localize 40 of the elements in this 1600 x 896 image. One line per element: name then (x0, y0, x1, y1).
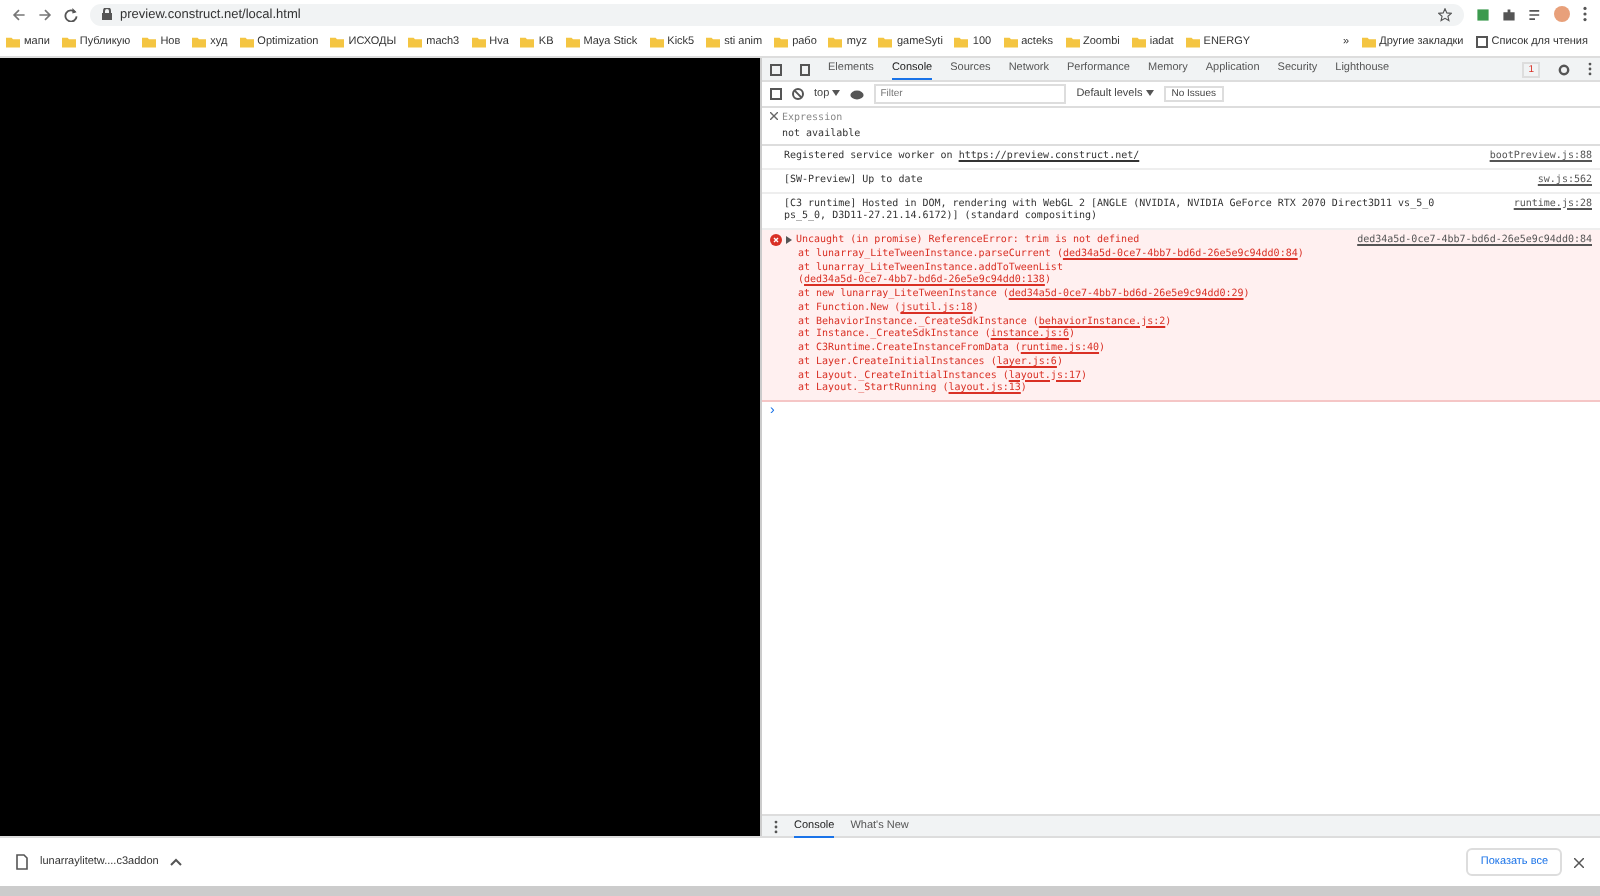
file-icon (16, 854, 28, 870)
folder-icon (565, 36, 580, 48)
folder-icon (1185, 36, 1200, 48)
playlist-icon[interactable] (1528, 7, 1542, 21)
folder-icon (61, 36, 76, 48)
star-icon[interactable] (1438, 7, 1452, 21)
close-icon[interactable] (1574, 857, 1584, 867)
settings-icon[interactable] (1558, 63, 1570, 75)
folder-icon (520, 36, 535, 48)
folder-icon (878, 36, 893, 48)
lock-icon (102, 8, 112, 20)
puzzle-icon[interactable] (1502, 7, 1516, 21)
reload-icon[interactable] (64, 7, 78, 21)
clear-icon[interactable] (792, 88, 804, 100)
folder-icon (1361, 36, 1376, 48)
menu-icon[interactable] (1582, 6, 1588, 22)
folder-icon (6, 36, 20, 48)
folder-icon (954, 36, 969, 48)
close-icon[interactable] (770, 112, 778, 120)
expand-triangle-icon[interactable] (786, 236, 792, 244)
folder-icon (649, 36, 664, 48)
folder-icon (471, 36, 486, 48)
folder-icon (774, 36, 789, 48)
caret-icon[interactable] (170, 858, 183, 866)
folder-icon (192, 36, 207, 48)
folder-icon (1065, 36, 1080, 48)
eye-icon[interactable] (850, 89, 865, 99)
folder-icon (828, 36, 843, 48)
folder-icon (706, 36, 721, 48)
forward-arrow-icon[interactable] (38, 7, 52, 21)
folder-icon (330, 36, 345, 48)
folder-icon (1131, 36, 1146, 48)
error-icon (770, 234, 782, 246)
caret-icon (832, 90, 841, 96)
folder-icon (408, 36, 423, 48)
folder-icon (239, 36, 254, 48)
caret-icon (1145, 90, 1154, 96)
folder-icon (1003, 36, 1018, 48)
back-arrow-icon[interactable] (12, 7, 26, 21)
folder-icon (142, 36, 157, 48)
